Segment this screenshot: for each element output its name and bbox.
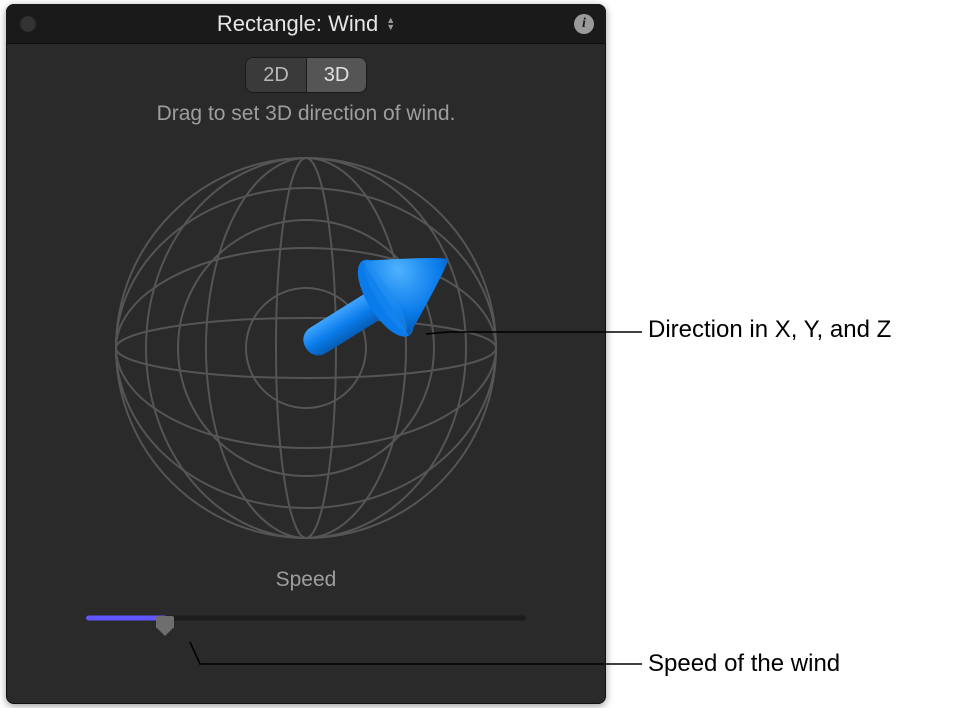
speed-label: Speed <box>276 568 337 592</box>
speed-slider[interactable] <box>86 606 526 630</box>
panel-body: 2D 3D Drag to set 3D direction of wind. <box>6 44 606 654</box>
callout-direction: Direction in X, Y, and Z <box>648 316 891 344</box>
direction-dial[interactable] <box>106 148 506 548</box>
slider-track <box>86 616 526 621</box>
dimension-segmented-control[interactable]: 2D 3D <box>246 58 366 92</box>
segment-2d[interactable]: 2D <box>246 58 306 92</box>
callout-speed: Speed of the wind <box>648 650 840 678</box>
instruction-text: Drag to set 3D direction of wind. <box>157 102 456 126</box>
dial-grid-icon <box>106 148 506 548</box>
panel-title: Rectangle: Wind <box>217 11 378 37</box>
window-close-button[interactable] <box>20 16 36 32</box>
hud-panel: Rectangle: Wind ▲▼ i 2D 3D Drag to set 3… <box>6 4 606 704</box>
slider-fill <box>86 616 165 621</box>
title-bar: Rectangle: Wind ▲▼ i <box>6 4 606 44</box>
info-icon[interactable]: i <box>574 14 594 34</box>
title-popup-button[interactable]: Rectangle: Wind ▲▼ <box>217 11 395 37</box>
chevron-up-down-icon: ▲▼ <box>386 17 395 31</box>
arrow-icon <box>283 222 472 386</box>
segment-3d[interactable]: 3D <box>306 58 366 92</box>
